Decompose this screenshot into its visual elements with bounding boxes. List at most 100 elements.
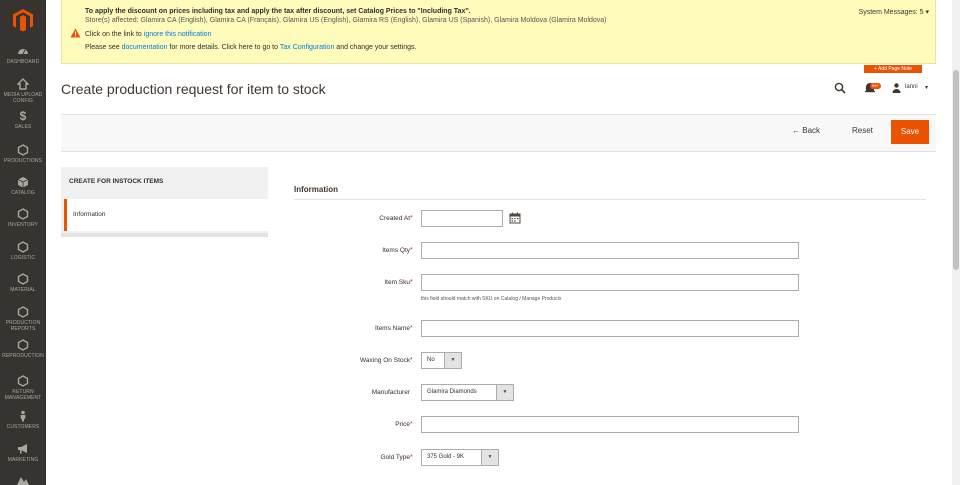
back-label: Back bbox=[802, 126, 821, 135]
page-actions-bar: ← Back Reset Save bbox=[61, 114, 936, 152]
system-messages-label: System Messages: 5 bbox=[858, 9, 924, 16]
field-label: Created At bbox=[379, 215, 410, 222]
nav-label: Reproduction bbox=[2, 353, 44, 359]
field-item-sku: Item Sku * this field should match with … bbox=[294, 274, 934, 302]
gold-type-select[interactable]: 375 Gold - 9K ▼ bbox=[421, 449, 499, 466]
tax-configuration-link[interactable]: Tax Configuration bbox=[280, 44, 334, 51]
nav-logistic[interactable]: Logistic bbox=[0, 241, 46, 261]
hexagon-icon bbox=[17, 306, 29, 318]
select-value: Glamira Diamonds bbox=[427, 389, 477, 395]
add-page-note-button[interactable]: + Add Page Note bbox=[864, 65, 922, 73]
hexagon-icon bbox=[17, 273, 29, 285]
nav-productions[interactable]: Productions bbox=[0, 144, 46, 164]
hexagon-icon bbox=[17, 339, 29, 351]
person-icon bbox=[20, 410, 26, 422]
system-message-banner: To apply the discount on prices includin… bbox=[61, 0, 936, 64]
chevron-down-icon: ▼ bbox=[444, 353, 461, 368]
caret-down-icon[interactable]: ▾ bbox=[925, 84, 928, 91]
select-value: 375 Gold - 9K bbox=[427, 454, 465, 460]
page-title: Create production request for item to st… bbox=[61, 81, 326, 97]
tab-label: Information bbox=[73, 211, 106, 218]
system-messages-toggle[interactable]: System Messages: 5 ▾ bbox=[859, 8, 929, 16]
field-label: Items Qty bbox=[382, 247, 410, 254]
required-mark: * bbox=[410, 325, 413, 332]
hexagon-icon bbox=[17, 375, 29, 387]
tabs-heading: CREATE FOR INSTOCK ITEMS bbox=[69, 178, 164, 185]
item-sku-input[interactable] bbox=[421, 274, 799, 291]
home-icon bbox=[17, 78, 29, 90]
nav-inventory[interactable]: Inventory bbox=[0, 208, 46, 228]
manufacturer-select[interactable]: Glamira Diamonds ▼ bbox=[421, 384, 514, 401]
required-mark: * bbox=[410, 279, 413, 286]
items-name-input[interactable] bbox=[421, 320, 799, 337]
chevron-down-icon: ▼ bbox=[481, 450, 498, 465]
waxing-select[interactable]: No ▼ bbox=[421, 352, 462, 369]
nav-sales[interactable]: $ Sales bbox=[0, 110, 46, 130]
required-mark: * bbox=[410, 215, 413, 222]
hexagon-icon bbox=[17, 144, 29, 156]
message-stores: Store(s) affected: Glamira CA (English),… bbox=[85, 17, 607, 24]
field-manufacturer: Manufacturer Glamira Diamonds ▼ bbox=[294, 384, 934, 402]
price-input[interactable] bbox=[421, 416, 799, 433]
user-icon[interactable] bbox=[892, 83, 901, 93]
field-label: Gold Type bbox=[380, 454, 410, 461]
field-label: Items Name bbox=[374, 325, 410, 332]
nav-material[interactable]: Material bbox=[0, 273, 46, 293]
message-text: and change your settings. bbox=[336, 44, 417, 51]
nav-label: Customers bbox=[6, 424, 40, 430]
required-mark: * bbox=[410, 454, 413, 461]
nav-customers[interactable]: Customers bbox=[0, 410, 46, 430]
field-note: this field should match with SKU on Cata… bbox=[421, 296, 562, 302]
field-label: Waxing On Stock bbox=[360, 357, 410, 364]
items-qty-input[interactable] bbox=[421, 242, 799, 259]
scrollbar-thumb[interactable] bbox=[953, 70, 959, 270]
stores-icon[interactable] bbox=[16, 474, 30, 485]
nav-label: Material bbox=[10, 287, 36, 293]
nav-return-management[interactable]: Return Management bbox=[0, 375, 46, 401]
nav-label: Sales bbox=[14, 124, 32, 130]
required-mark: * bbox=[410, 357, 413, 364]
chevron-down-icon: ▼ bbox=[496, 385, 513, 400]
message-text: Please see bbox=[85, 44, 120, 51]
field-label: Item Sku bbox=[384, 279, 410, 286]
field-waxing-on-stock: Waxing On Stock * No ▼ bbox=[294, 352, 934, 370]
nav-reproduction[interactable]: Reproduction bbox=[0, 339, 46, 359]
nav-media-upload-config[interactable]: Media Upload Config bbox=[0, 78, 46, 104]
magento-logo-icon[interactable] bbox=[11, 8, 35, 32]
message-ignore-line: Click on the link to ignore this notific… bbox=[85, 31, 211, 38]
nav-production-reports[interactable]: Production Reports bbox=[0, 306, 46, 332]
created-at-input[interactable] bbox=[421, 210, 503, 227]
calendar-icon[interactable] bbox=[509, 212, 521, 224]
nav-label: Logistic bbox=[10, 255, 36, 261]
page-scrollbar[interactable] bbox=[952, 0, 960, 485]
back-button[interactable]: ← Back bbox=[792, 126, 820, 135]
field-label: Manufacturer bbox=[371, 389, 410, 396]
nav-dashboard[interactable]: Dashboard bbox=[0, 45, 46, 65]
nav-label: Dashboard bbox=[6, 59, 40, 65]
save-button[interactable]: Save bbox=[891, 120, 929, 144]
ignore-notification-link[interactable]: ignore this notification bbox=[144, 31, 212, 38]
nav-marketing[interactable]: Marketing bbox=[0, 443, 46, 463]
nav-label: Marketing bbox=[7, 457, 39, 463]
documentation-link[interactable]: documentation bbox=[122, 44, 168, 51]
nav-catalog[interactable]: Catalog bbox=[0, 176, 46, 196]
field-gold-type: Gold Type * 375 Gold - 9K ▼ bbox=[294, 449, 934, 467]
tab-information[interactable]: Information bbox=[64, 199, 268, 231]
dollar-icon: $ bbox=[19, 109, 27, 123]
field-created-at: Created At * bbox=[294, 210, 934, 228]
field-items-qty: Items Qty * bbox=[294, 242, 934, 260]
select-value: No bbox=[427, 357, 435, 363]
warning-icon bbox=[70, 28, 81, 38]
nav-label: Inventory bbox=[8, 222, 38, 228]
box-icon bbox=[17, 177, 29, 188]
search-icon[interactable] bbox=[834, 82, 846, 94]
reset-button[interactable]: Reset bbox=[852, 126, 873, 135]
dashboard-icon bbox=[18, 49, 28, 55]
nav-label: Return Management bbox=[4, 389, 42, 401]
user-name[interactable]: lanni bbox=[905, 84, 918, 90]
required-mark: * bbox=[410, 247, 413, 254]
field-price: Price * bbox=[294, 416, 934, 434]
message-docs-line: Please see documentation for more detail… bbox=[85, 44, 416, 51]
required-mark: * bbox=[410, 421, 413, 428]
nav-label: Media Upload Config bbox=[3, 92, 43, 104]
